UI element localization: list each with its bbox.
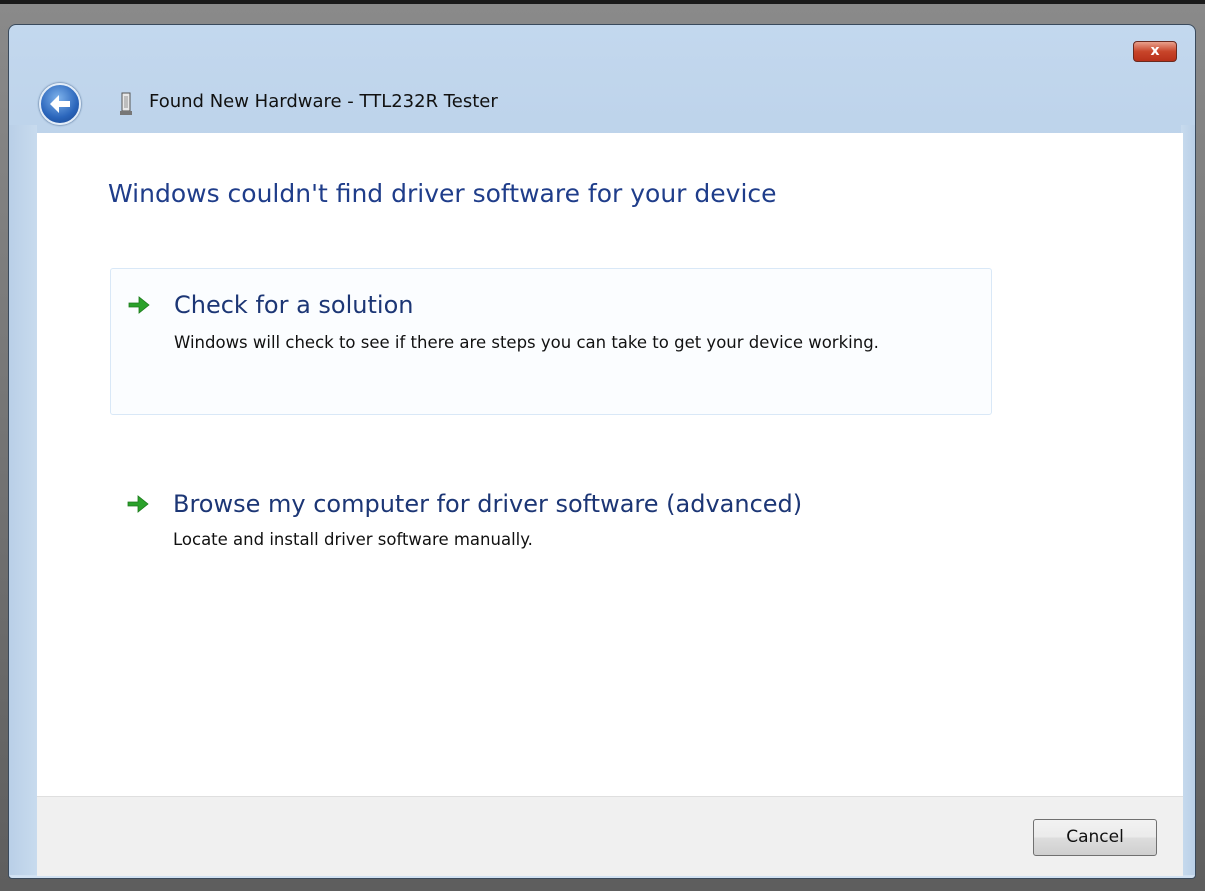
- back-button[interactable]: [39, 83, 81, 125]
- back-arrow-icon: [50, 95, 70, 113]
- option-title: Browse my computer for driver software (…: [173, 490, 803, 518]
- page-heading: Windows couldn't find driver software fo…: [108, 179, 777, 208]
- option-description: Locate and install driver software manua…: [173, 530, 533, 549]
- found-new-hardware-dialog: x Found New Hardware - TTL232R Tester Wi…: [8, 24, 1196, 879]
- window-frame-left: [9, 125, 37, 875]
- option-browse-computer[interactable]: Browse my computer for driver software (…: [110, 468, 992, 578]
- green-arrow-icon: [128, 296, 150, 314]
- top-border: [0, 0, 1205, 4]
- window-title: Found New Hardware - TTL232R Tester: [149, 91, 498, 112]
- option-description: Windows will check to see if there are s…: [174, 333, 879, 352]
- close-icon: x: [1150, 43, 1160, 59]
- window-frame-right: [1181, 125, 1195, 875]
- option-check-for-solution[interactable]: Check for a solution Windows will check …: [110, 268, 992, 415]
- close-button[interactable]: x: [1133, 41, 1177, 62]
- content-area: Windows couldn't find driver software fo…: [37, 133, 1183, 796]
- usb-device-icon: [120, 92, 132, 115]
- desktop-background: x Found New Hardware - TTL232R Tester Wi…: [0, 0, 1205, 891]
- cancel-button[interactable]: Cancel: [1033, 819, 1157, 856]
- green-arrow-icon: [127, 495, 149, 513]
- dialog-footer: Cancel: [37, 796, 1183, 876]
- option-title: Check for a solution: [174, 291, 414, 319]
